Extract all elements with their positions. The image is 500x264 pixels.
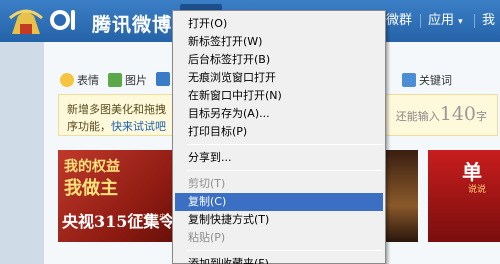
logo-text: 腾讯微博 xyxy=(92,14,173,36)
menu-item-share[interactable]: 分享到... xyxy=(175,149,383,167)
image-icon xyxy=(108,73,122,87)
nav-group[interactable]: 微群 xyxy=(386,9,412,28)
palace-logo-icon xyxy=(9,9,75,34)
smiley-icon xyxy=(60,73,74,87)
menu-item-copy[interactable]: 复制(C) xyxy=(175,193,383,211)
menu-separator xyxy=(187,170,383,171)
menu-item-cut[interactable]: 剪切(T) xyxy=(175,175,383,193)
menu-item-paste[interactable]: 粘贴(P) xyxy=(175,229,383,247)
menu-item-background-tab[interactable]: 后台标签打开(B) xyxy=(175,51,383,69)
tip-line-1: 新增多图美化和拖拽 xyxy=(67,103,166,116)
side-banner[interactable]: 单 说说 xyxy=(428,150,500,242)
keyword-icon xyxy=(402,73,416,87)
tip-line-2: 序功能，快来试试吧 xyxy=(67,118,166,134)
menu-item-new-window[interactable]: 在新窗口中打开(N) xyxy=(175,87,383,105)
banner-line-1: 我的权益 xyxy=(64,159,120,175)
image-button[interactable]: 图片 xyxy=(108,72,147,88)
nav-apps-label: 应用 xyxy=(428,13,455,28)
menu-separator xyxy=(187,250,383,251)
chevron-down-icon: ▾ xyxy=(458,17,463,27)
banner-line-2: 我做主 xyxy=(64,178,118,199)
emoji-button[interactable]: 表情 xyxy=(60,72,99,88)
menu-item-open[interactable]: 打开(O) xyxy=(175,15,383,33)
menu-item-save-target[interactable]: 目标另存为(A)... xyxy=(175,105,383,123)
keyword-button[interactable]: 关键词 xyxy=(402,72,452,88)
menu-item-print-target[interactable]: 打印目标(P) xyxy=(175,123,383,141)
video-button[interactable] xyxy=(156,72,173,86)
video-icon xyxy=(156,72,170,86)
nav-divider xyxy=(420,14,421,28)
nav-divider xyxy=(474,14,475,28)
left-margin xyxy=(0,42,44,264)
nav-apps[interactable]: 应用 ▾ xyxy=(428,9,463,28)
emoji-label: 表情 xyxy=(77,74,99,87)
counter-suffix: 字 xyxy=(476,110,487,123)
keyword-label: 关键词 xyxy=(419,74,452,87)
tencent-weibo-logo[interactable]: 腾讯微博 xyxy=(8,4,180,38)
nav-me[interactable]: 我 xyxy=(482,9,495,28)
counter-value: 140 xyxy=(439,103,476,125)
menu-item-copy-shortcut[interactable]: 复制快捷方式(T) xyxy=(175,211,383,229)
char-counter: 还能输入140字 xyxy=(396,103,487,125)
side-banner-subtitle: 说说 xyxy=(468,185,487,195)
try-it-link[interactable]: 快来试试吧 xyxy=(111,120,166,133)
counter-prefix: 还能输入 xyxy=(395,110,440,123)
menu-item-add-favorites[interactable]: 添加到收藏夹(F)... xyxy=(175,255,383,264)
image-label: 图片 xyxy=(125,74,147,87)
menu-item-new-tab[interactable]: 新标签打开(W) xyxy=(175,33,383,51)
banner-main-text: 央视315征集令 xyxy=(62,212,176,231)
menu-separator xyxy=(187,144,383,145)
tip-text: 序功能， xyxy=(67,120,111,133)
context-menu: 打开(O) 新标签打开(W) 后台标签打开(B) 无痕浏览窗口打开 在新窗口中打… xyxy=(172,10,386,264)
side-banner-title: 单 xyxy=(462,160,482,184)
menu-item-incognito[interactable]: 无痕浏览窗口打开 xyxy=(175,69,383,87)
